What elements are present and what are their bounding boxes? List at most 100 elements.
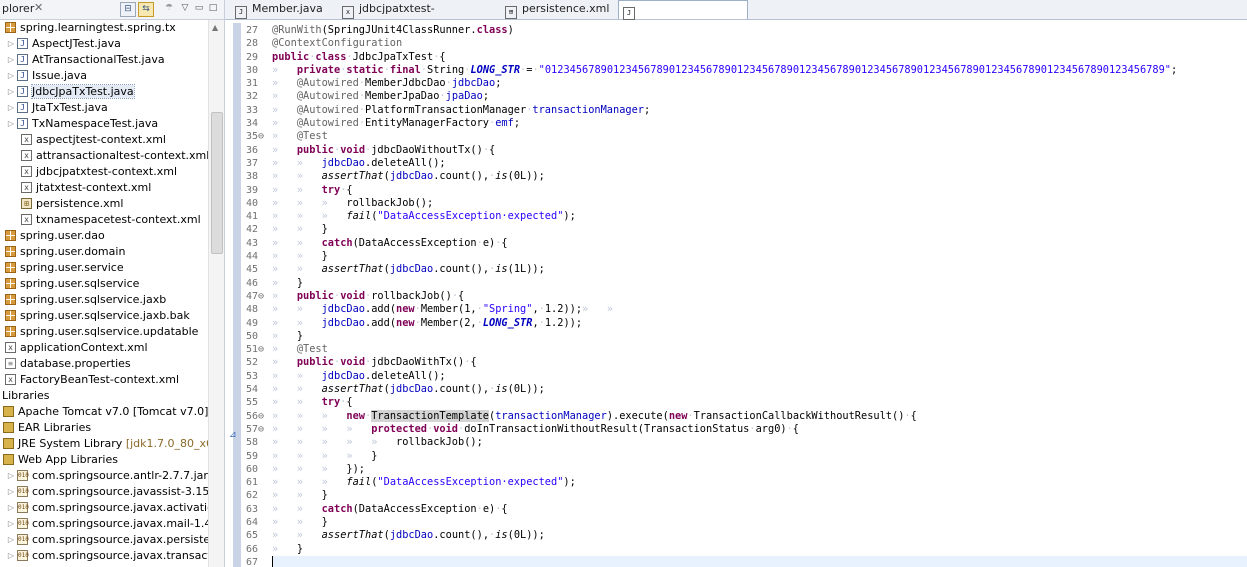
expand-arrow-icon[interactable]: ▷ bbox=[6, 548, 16, 564]
code-line[interactable]: » » » fail("DataAccessException·expected… bbox=[272, 476, 1247, 489]
code-line[interactable]: » » jdbcDao.deleteAll(); bbox=[272, 370, 1247, 383]
code-line[interactable]: » » } bbox=[272, 250, 1247, 263]
focus-icon[interactable]: ☂ bbox=[162, 2, 176, 15]
tree-item[interactable]: Apache Tomcat v7.0 [Tomcat v7.0] bbox=[0, 404, 208, 420]
tree-item[interactable]: ▷ J JtaTxTest.java bbox=[0, 100, 208, 116]
tree-item[interactable]: ▷ J AspectJTest.java bbox=[0, 36, 208, 52]
code-line[interactable]: » » } bbox=[272, 489, 1247, 502]
code-line[interactable]: » public·void·rollbackJob()·{ bbox=[272, 290, 1247, 303]
tree-item[interactable]: x jdbcjpatxtest-context.xml bbox=[0, 164, 208, 180]
tree-item[interactable]: x aspectjtest-context.xml bbox=[0, 132, 208, 148]
tree-item[interactable]: spring.user.domain bbox=[0, 244, 208, 260]
tree-item[interactable]: EAR Libraries bbox=[0, 420, 208, 436]
tree-item[interactable]: ▷ J Issue.java bbox=[0, 68, 208, 84]
tree-item[interactable]: ▷ J AtTransactionalTest.java bbox=[0, 52, 208, 68]
tree-item[interactable]: ▷ J JdbcJpaTxTest.java bbox=[0, 84, 208, 100]
close-icon[interactable]: ✕ bbox=[34, 1, 43, 14]
code-line[interactable]: @ContextConfiguration bbox=[272, 37, 1247, 50]
expand-arrow-icon[interactable]: ▷ bbox=[6, 532, 16, 548]
tree-item[interactable]: spring.learningtest.spring.tx bbox=[0, 20, 208, 36]
code-line[interactable]: » » » rollbackJob(); bbox=[272, 197, 1247, 210]
tree-item[interactable]: JRE System Library [jdk1.7.0_80_x64] bbox=[0, 436, 224, 452]
code-line[interactable]: » » assertThat(jdbcDao.count(),·is(0L)); bbox=[272, 170, 1247, 183]
expand-arrow-icon[interactable]: ▷ bbox=[6, 516, 16, 532]
collapse-all-icon[interactable]: ⊟ bbox=[120, 2, 136, 17]
tree-item[interactable]: x FactoryBeanTest-context.xml bbox=[0, 372, 208, 388]
expand-arrow-icon[interactable]: ▷ bbox=[6, 500, 16, 516]
tree-item[interactable]: ▷ 010 com.springsource.javax.mail-1.4.0.j bbox=[0, 516, 224, 532]
code-line[interactable]: » private·static·final·String·LONG_STR·=… bbox=[272, 64, 1247, 77]
tree-item[interactable]: x attransactionaltest-context.xml bbox=[0, 148, 209, 164]
tree-item[interactable]: spring.user.sqlservice.updatable bbox=[0, 324, 208, 340]
expand-arrow-icon[interactable]: ▷ bbox=[6, 100, 16, 116]
code-line[interactable]: » @Autowired·MemberJdbcDao·jdbcDao; bbox=[272, 77, 1247, 90]
code-line[interactable]: » » assertThat(jdbcDao.count(),·is(1L)); bbox=[272, 263, 1247, 276]
code-line[interactable]: » » } bbox=[272, 223, 1247, 236]
tree-item[interactable]: x applicationContext.xml bbox=[0, 340, 208, 356]
scroll-up-icon[interactable]: ▲ bbox=[212, 23, 218, 32]
code-line[interactable]: » } bbox=[272, 543, 1247, 556]
tree-item[interactable]: ▷ J TxNamespaceTest.java bbox=[0, 116, 208, 132]
code-editor[interactable]: ⊿ 27 28 29 30 31 32 33 34 35⊖ 36 37 38 39 40 41 42 43 44 4… bbox=[225, 20, 1247, 567]
code-line[interactable]: » @Autowired·MemberJpaDao·jpaDao; bbox=[272, 90, 1247, 103]
code-line[interactable]: » » assertThat(jdbcDao.count(),·is(0L)); bbox=[272, 529, 1247, 542]
scrollbar-thumb[interactable] bbox=[211, 112, 223, 254]
code-line[interactable]: » @Autowired·PlatformTransactionManager·… bbox=[272, 104, 1247, 117]
code-line[interactable]: » » » }); bbox=[272, 463, 1247, 476]
code-line[interactable]: » » » fail("DataAccessException·expected… bbox=[272, 210, 1247, 223]
code-line[interactable]: » public·void·jdbcDaoWithoutTx()·{ bbox=[272, 144, 1247, 157]
tree-item[interactable]: spring.user.sqlservice bbox=[0, 276, 208, 292]
tree-item[interactable]: ▷ 010 com.springsource.javax.persistence- bbox=[0, 532, 224, 548]
view-menu-icon[interactable]: ▽ bbox=[178, 2, 192, 15]
tree-item[interactable]: ▷010com.springsource.antlr-2.7.7.jar - C bbox=[0, 468, 224, 484]
expand-arrow-icon[interactable]: ▷ bbox=[6, 116, 16, 132]
code-line[interactable]: » » » new·TransactionTemplate(transactio… bbox=[272, 409, 1247, 423]
expand-arrow-icon[interactable]: ▷ bbox=[6, 68, 16, 84]
explorer-title[interactable]: plorer bbox=[2, 2, 34, 15]
code-line[interactable]: » » } bbox=[272, 516, 1247, 529]
code-line[interactable]: » » catch(DataAccessException·e)·{ bbox=[272, 503, 1247, 516]
tree-item[interactable]: ▷ 010 com.springsource.javassist-3.15.0.G bbox=[0, 484, 224, 500]
expand-arrow-icon[interactable]: ▷ bbox=[6, 36, 16, 52]
code-line[interactable]: » » » » protected·void·doInTransactionWi… bbox=[272, 423, 1247, 436]
code-line[interactable]: » » assertThat(jdbcDao.count(),·is(0L)); bbox=[272, 383, 1247, 396]
code-line[interactable]: » » try·{ bbox=[272, 184, 1247, 197]
code-line[interactable]: » } bbox=[272, 277, 1247, 290]
expand-arrow-icon[interactable]: ▷ bbox=[6, 84, 16, 100]
code-line[interactable]: » » » » } bbox=[272, 450, 1247, 463]
tree-item[interactable]: spring.user.dao bbox=[0, 228, 208, 244]
editor-tab[interactable]: xjdbcjpatxtest-context.xml bbox=[338, 0, 493, 34]
editor-tab[interactable]: JJdbcJpaTxTest.java✕ bbox=[618, 0, 748, 35]
editor-tab[interactable]: ⊞ persistence.xml bbox=[501, 0, 611, 19]
code-line[interactable]: » @Test bbox=[272, 130, 1247, 143]
tree-item[interactable]: Web App Libraries bbox=[0, 452, 208, 468]
code-line[interactable] bbox=[272, 555, 1247, 567]
code-line[interactable]: » » jdbcDao.deleteAll(); bbox=[272, 157, 1247, 170]
expand-arrow-icon[interactable]: ▷ bbox=[6, 468, 16, 484]
code-line[interactable]: @RunWith(SpringJUnit4ClassRunner.class) bbox=[272, 24, 1247, 37]
tree-item[interactable]: x jtatxtest-context.xml bbox=[0, 180, 208, 196]
tree-item[interactable]: x txnamespacetest-context.xml bbox=[0, 212, 208, 228]
minimize-icon[interactable]: ▭ bbox=[192, 2, 206, 15]
tree-item[interactable]: ▷ 010 com.springsource.javax.activation-1 bbox=[0, 500, 224, 516]
code-line[interactable]: public·class·JdbcJpaTxTest·{ bbox=[272, 51, 1247, 64]
tree-item[interactable]: Libraries bbox=[0, 388, 208, 404]
tree-item[interactable]: ▷ 010 com.springsource.javax.transaction- bbox=[0, 548, 224, 564]
code-area[interactable]: @RunWith(SpringJUnit4ClassRunner.class) @… bbox=[272, 24, 1247, 567]
code-line[interactable]: » » jdbcDao.add(new·Member(2,·LONG_STR,·… bbox=[272, 317, 1247, 330]
code-line[interactable]: » public·void·jdbcDaoWithTx()·{ bbox=[272, 356, 1247, 369]
code-line[interactable]: » } bbox=[272, 330, 1247, 343]
code-line[interactable]: » » catch(DataAccessException·e)·{ bbox=[272, 237, 1247, 250]
code-line[interactable]: » » jdbcDao.add(new·Member(1,·"Spring",·… bbox=[272, 303, 1247, 316]
code-line[interactable]: » » » » » rollbackJob(); bbox=[272, 436, 1247, 449]
editor-tab[interactable]: J Member.java bbox=[231, 0, 331, 19]
code-line[interactable]: » @Autowired·EntityManagerFactory·emf; bbox=[272, 117, 1247, 130]
expand-arrow-icon[interactable]: ▷ bbox=[6, 484, 16, 500]
code-line[interactable]: » » try·{ bbox=[272, 396, 1247, 409]
tree-item[interactable]: spring.user.sqlservice.jaxb bbox=[0, 292, 208, 308]
link-with-editor-icon[interactable]: ⇆ bbox=[138, 2, 154, 17]
tree-item[interactable]: spring.user.service bbox=[0, 260, 208, 276]
tree-item[interactable]: ≡ database.properties bbox=[0, 356, 208, 372]
maximize-icon[interactable]: □ bbox=[206, 2, 220, 15]
explorer-scrollbar[interactable]: ▲ bbox=[208, 20, 224, 567]
